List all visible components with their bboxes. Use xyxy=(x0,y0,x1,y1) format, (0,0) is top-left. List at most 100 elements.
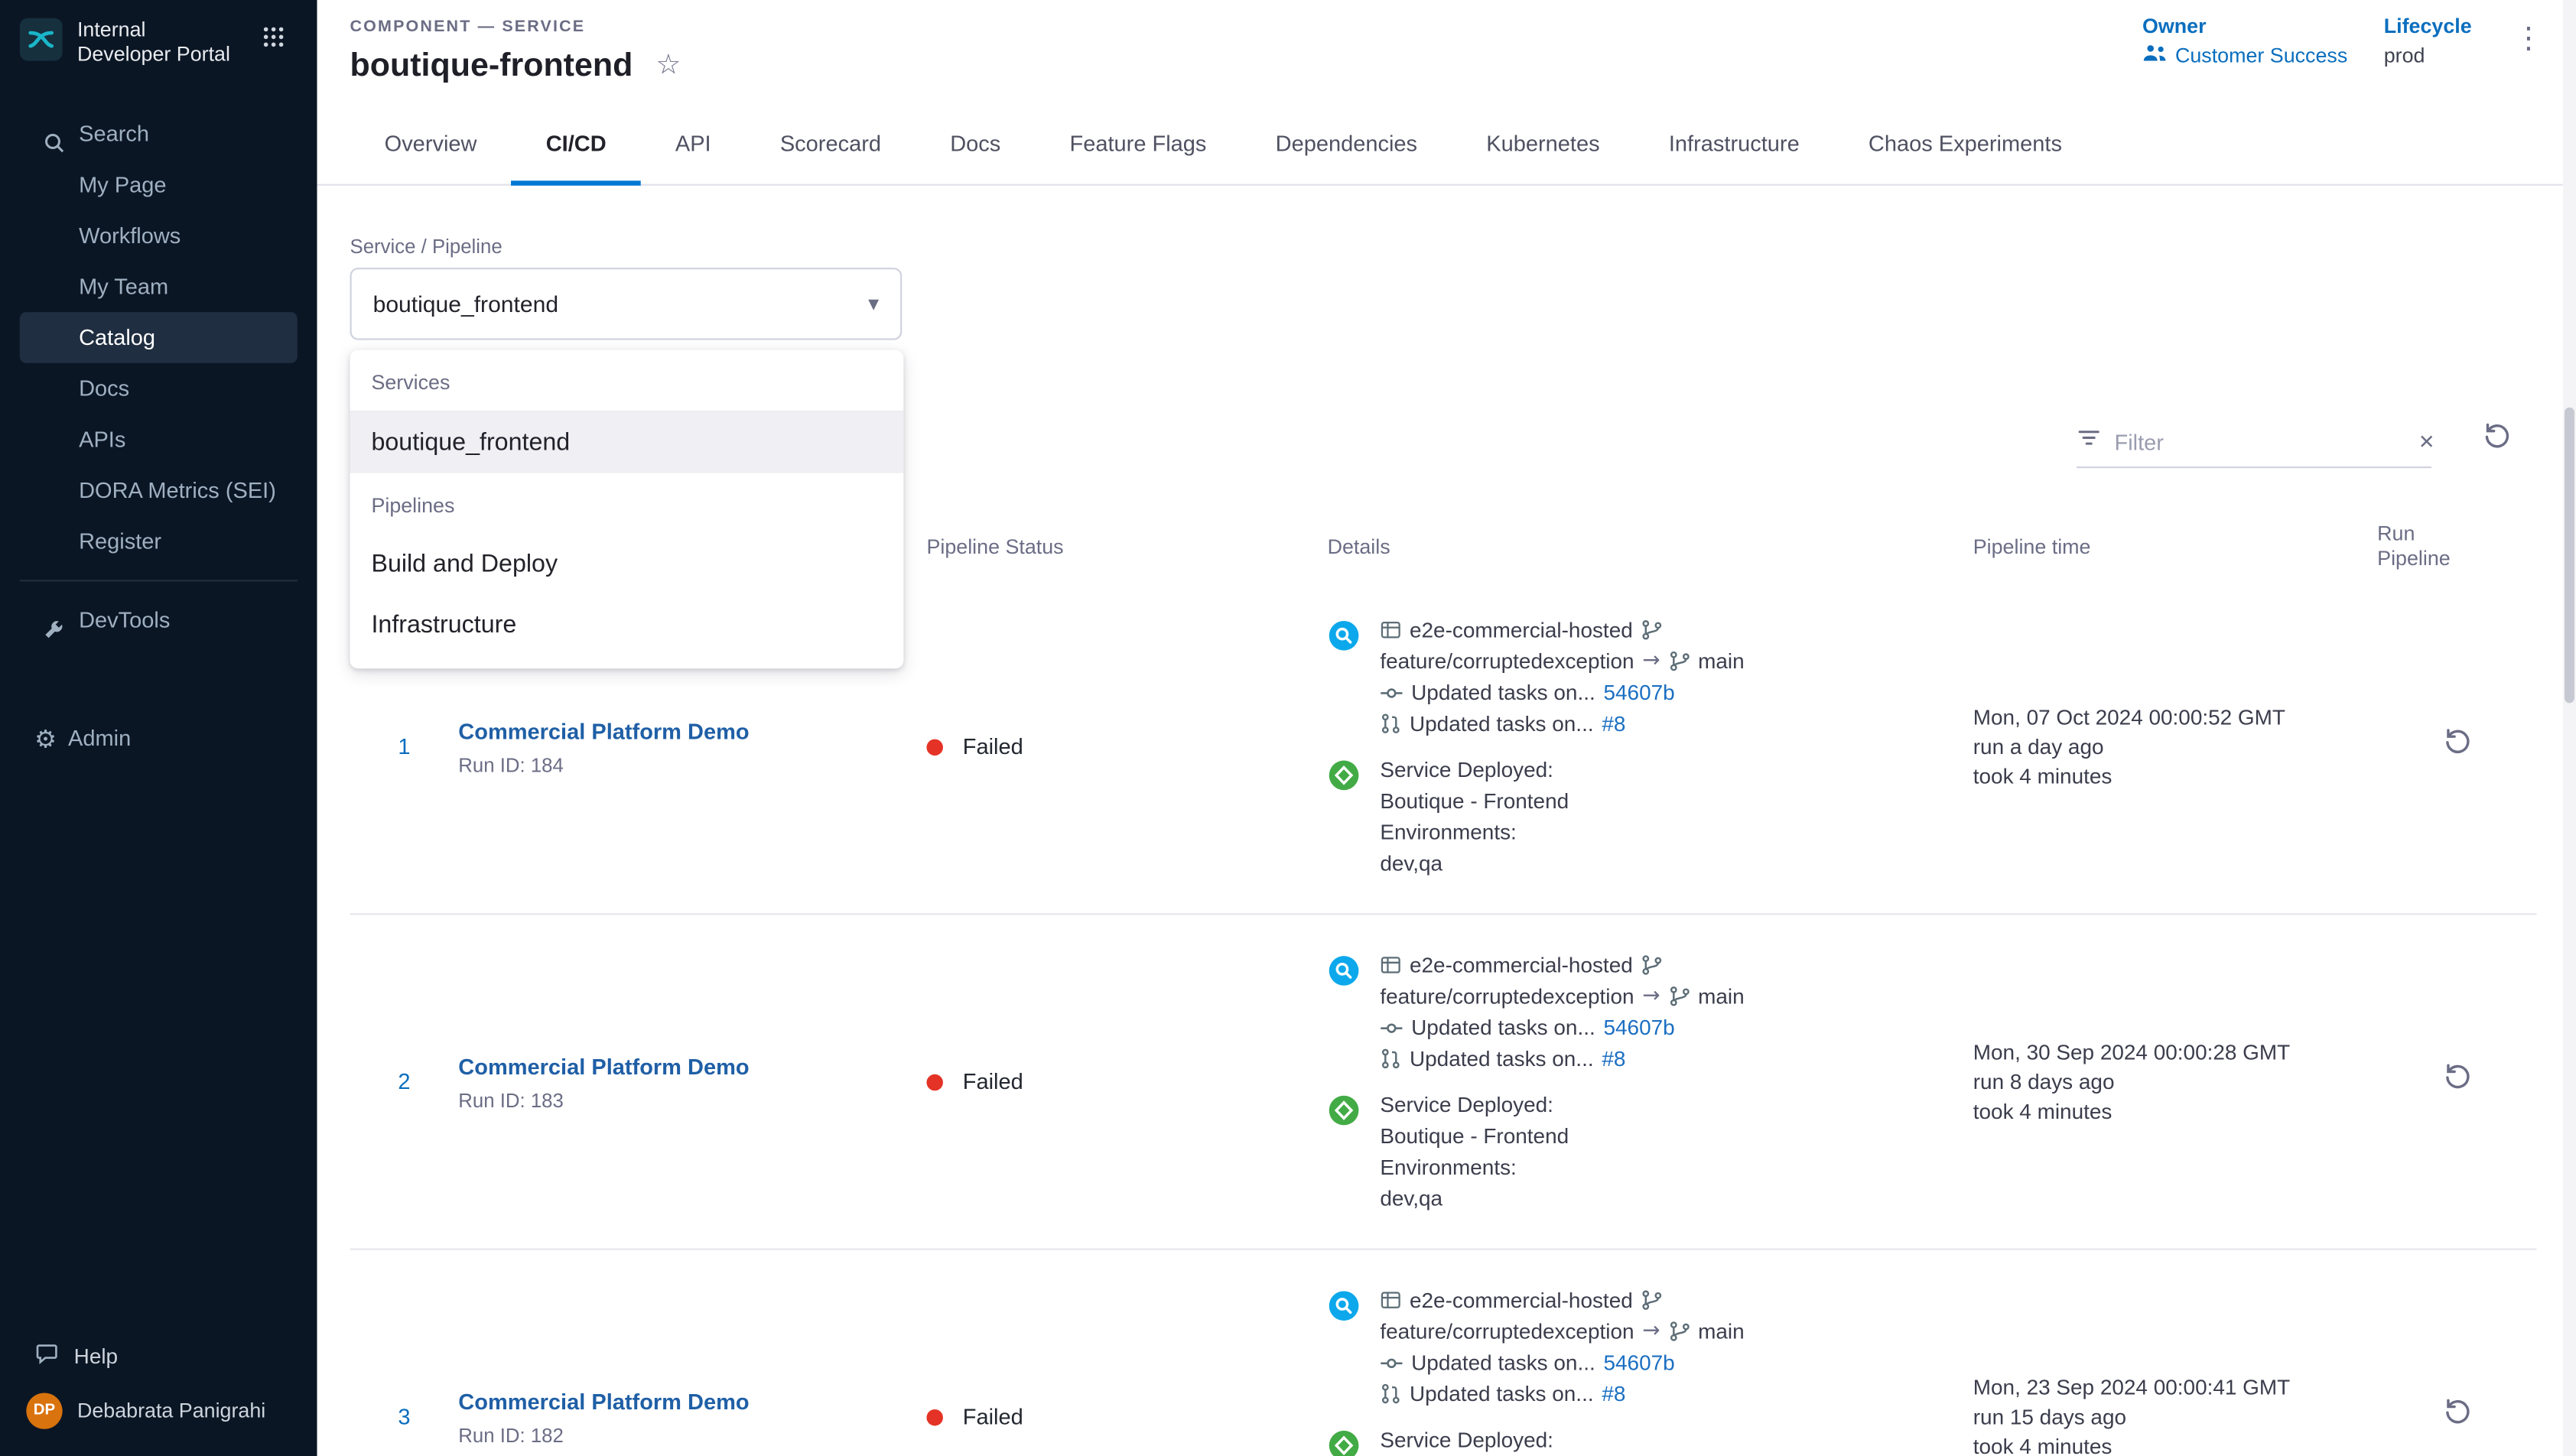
sidebar-item-dora-metrics[interactable]: DORA Metrics (SEI) xyxy=(20,465,298,516)
pipeline-name-link[interactable]: Commercial Platform Demo xyxy=(458,1054,749,1078)
run-duration: took 4 minutes xyxy=(1973,1097,2377,1126)
sidebar-item-devtools[interactable]: DevTools xyxy=(20,595,298,646)
sidebar-item-search[interactable]: Search xyxy=(20,109,298,160)
pipeline-name-link[interactable]: Commercial Platform Demo xyxy=(458,1389,749,1413)
repository-icon xyxy=(1380,954,1401,976)
sidebar-item-label: DORA Metrics (SEI) xyxy=(79,478,276,502)
run-index-link[interactable]: 1 xyxy=(350,734,459,759)
pr-message: Updated tasks on... xyxy=(1410,1043,1594,1074)
sidebar-item-catalog[interactable]: Catalog xyxy=(20,312,298,363)
avatar: DP xyxy=(26,1392,62,1428)
run-index-link[interactable]: 2 xyxy=(350,1069,459,1094)
sidebar-item-label: Docs xyxy=(79,376,129,401)
commit-message: Updated tasks on... xyxy=(1411,1347,1595,1378)
sidebar-item-label: DevTools xyxy=(79,608,170,632)
commit-hash-link[interactable]: 54607b xyxy=(1603,1347,1674,1378)
sidebar-item-label: Search xyxy=(79,122,149,146)
rerun-pipeline-icon[interactable] xyxy=(2441,1061,2474,1103)
run-date: Mon, 30 Sep 2024 00:00:28 GMT xyxy=(1973,1037,2377,1067)
wrench-icon xyxy=(43,608,64,659)
tab-chaos-experiments[interactable]: Chaos Experiments xyxy=(1834,103,2096,184)
status-cell: Failed xyxy=(926,1405,1327,1429)
run-id: Run ID: 184 xyxy=(458,753,926,776)
help-button[interactable]: Help xyxy=(0,1331,317,1380)
col-pipeline-time: Pipeline time xyxy=(1973,535,2377,558)
tab-kubernetes[interactable]: Kubernetes xyxy=(1452,103,1634,184)
entity-tabs: Overview CI/CD API Scorecard Docs Featur… xyxy=(317,103,2576,185)
sidebar-item-label: Catalog xyxy=(79,325,155,349)
branch-from: feature/corruptedexception xyxy=(1380,1316,1634,1347)
filter-input[interactable] xyxy=(2114,430,2405,454)
dropdown-option-boutique-frontend[interactable]: boutique_frontend xyxy=(350,412,904,473)
status-label: Failed xyxy=(963,734,1023,759)
owner-link[interactable]: Customer Success xyxy=(2142,43,2347,67)
repository-icon xyxy=(1380,1289,1401,1311)
pr-number-link[interactable]: #8 xyxy=(1602,708,1625,739)
app-switcher-grid-icon[interactable] xyxy=(263,26,285,56)
chat-bubble-icon xyxy=(34,1342,59,1370)
status-failed-dot xyxy=(926,739,942,755)
pipeline-name-link[interactable]: Commercial Platform Demo xyxy=(458,719,749,743)
commit-message: Updated tasks on... xyxy=(1411,677,1595,708)
run-date: Mon, 23 Sep 2024 00:00:41 GMT xyxy=(1973,1373,2377,1402)
sidebar-item-register[interactable]: Register xyxy=(20,515,298,567)
scrollbar-thumb[interactable] xyxy=(2565,408,2574,704)
repository-icon xyxy=(1380,619,1401,641)
branch-to: main xyxy=(1698,645,1745,677)
tab-overview[interactable]: Overview xyxy=(350,103,512,184)
sidebar-item-my-team[interactable]: My Team xyxy=(20,262,298,313)
favorite-star-icon[interactable]: ☆ xyxy=(655,53,681,81)
branch-from: feature/corruptedexception xyxy=(1380,645,1634,677)
dropdown-option-build-and-deploy[interactable]: Build and Deploy xyxy=(350,534,904,594)
run-date: Mon, 07 Oct 2024 00:00:52 GMT xyxy=(1973,702,2377,732)
tab-api[interactable]: API xyxy=(641,103,746,184)
sidebar-item-workflows[interactable]: Workflows xyxy=(20,210,298,262)
deployed-label: Service Deployed: xyxy=(1380,1089,1553,1120)
refresh-icon[interactable] xyxy=(2480,421,2513,462)
sidebar-item-apis[interactable]: APIs xyxy=(20,414,298,465)
commit-hash-link[interactable]: 54607b xyxy=(1603,677,1674,708)
rerun-pipeline-icon[interactable] xyxy=(2441,1396,2474,1438)
dropdown-option-infrastructure[interactable]: Infrastructure xyxy=(350,595,904,655)
kebab-menu-icon[interactable]: ⋮ xyxy=(2513,21,2543,56)
clear-filter-icon[interactable]: ✕ xyxy=(2418,431,2435,453)
pr-number-link[interactable]: #8 xyxy=(1602,1043,1625,1074)
pipeline-run-row: 3 Commercial Platform Demo Run ID: 182 F… xyxy=(350,1250,2537,1456)
pr-number-link[interactable]: #8 xyxy=(1602,1378,1625,1409)
environments-label: Environments: xyxy=(1380,817,1516,848)
run-index-link[interactable]: 3 xyxy=(350,1405,459,1429)
ci-stage-icon xyxy=(1328,619,1361,739)
lifecycle-block: Lifecycle prod xyxy=(2384,15,2472,67)
user-menu[interactable]: DP Debabrata Panigrahi xyxy=(0,1380,317,1439)
commit-hash-link[interactable]: 54607b xyxy=(1603,1012,1674,1043)
app-title: Internal Developer Portal xyxy=(77,18,235,67)
tab-dependencies[interactable]: Dependencies xyxy=(1241,103,1452,184)
arrow-right-icon: → xyxy=(1642,980,1660,1012)
pipeline-select[interactable]: boutique_frontend ▾ xyxy=(350,268,903,340)
pipeline-time-cell: Mon, 23 Sep 2024 00:00:41 GMT run 15 day… xyxy=(1973,1373,2377,1456)
sidebar-item-admin[interactable]: ⚙ Admin xyxy=(0,714,317,763)
col-run-pipeline: Run Pipeline xyxy=(2377,522,2482,571)
tab-cicd[interactable]: CI/CD xyxy=(512,103,641,184)
sidebar-bottom: Help DP Debabrata Panigrahi xyxy=(0,1331,317,1440)
sidebar-item-my-page[interactable]: My Page xyxy=(20,159,298,210)
branch-to: main xyxy=(1698,1316,1745,1347)
run-ago: run a day ago xyxy=(1973,732,2377,762)
tab-docs[interactable]: Docs xyxy=(916,103,1035,184)
run-id: Run ID: 183 xyxy=(458,1088,926,1111)
tab-feature-flags[interactable]: Feature Flags xyxy=(1035,103,1241,184)
repo-name: e2e-commercial-hosted xyxy=(1410,614,1633,645)
sidebar-item-docs[interactable]: Docs xyxy=(20,363,298,414)
dropdown-group-pipelines: Pipelines xyxy=(350,473,904,534)
deployed-service: Boutique - Frontend xyxy=(1380,1120,1569,1152)
owner-label: Owner xyxy=(2142,15,2347,37)
environments-value: dev,qa xyxy=(1380,847,1442,879)
tab-infrastructure[interactable]: Infrastructure xyxy=(1634,103,1834,184)
cd-stage-icon xyxy=(1328,1094,1361,1214)
pr-message: Updated tasks on... xyxy=(1410,1378,1594,1409)
tab-scorecard[interactable]: Scorecard xyxy=(746,103,916,184)
status-cell: Failed xyxy=(926,734,1327,759)
sidebar-item-label: My Team xyxy=(79,275,168,299)
ci-stage-icon xyxy=(1328,1289,1361,1409)
rerun-pipeline-icon[interactable] xyxy=(2441,726,2474,767)
